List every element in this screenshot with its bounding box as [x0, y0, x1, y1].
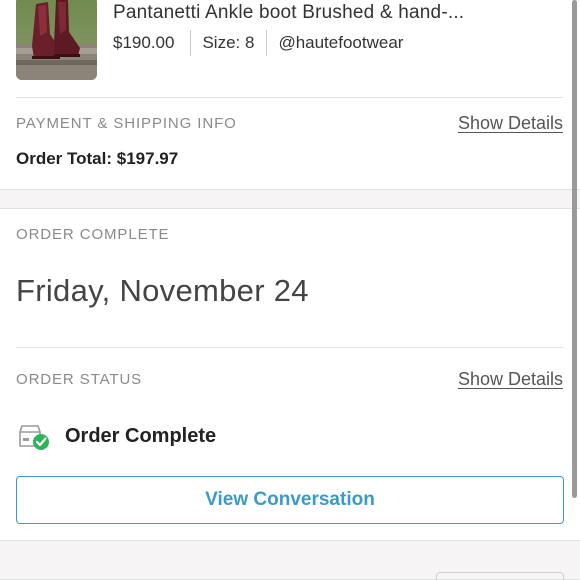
product-title[interactable]: Pantanetti Ankle boot Brushed & hand-... — [113, 2, 464, 24]
payment-section-label: PAYMENT & SHIPPING INFO — [16, 115, 237, 132]
status-row: Order Complete — [16, 420, 216, 452]
boot-photo-icon — [16, 0, 97, 80]
product-price: $190.00 — [113, 33, 175, 52]
status-text: Order Complete — [65, 424, 217, 447]
package-check-icon — [16, 420, 50, 452]
product-size: Size: 8 — [202, 33, 255, 52]
partial-button[interactable] — [436, 572, 564, 580]
meta-divider — [190, 30, 192, 56]
seller-handle[interactable]: @hautefootwear — [278, 33, 403, 53]
meta-divider — [266, 30, 268, 56]
order-status-label: ORDER STATUS — [16, 371, 143, 388]
order-complete-label: ORDER COMPLETE — [16, 226, 170, 243]
order-total: Order Total: $197.97 — [16, 149, 179, 168]
section-separator — [0, 189, 580, 209]
product-thumbnail[interactable] — [16, 0, 97, 80]
product-summary[interactable]: Pantanetti Ankle boot Brushed & hand-...… — [0, 0, 580, 97]
completion-date: Friday, November 24 — [16, 273, 309, 308]
divider — [16, 347, 564, 348]
product-meta: $190.00 Size: 8 @hautefootwear — [113, 30, 403, 56]
payment-show-details-link[interactable]: Show Details — [458, 113, 563, 134]
divider — [16, 97, 564, 98]
scrollbar[interactable] — [572, 0, 577, 498]
view-conversation-button[interactable]: View Conversation — [16, 476, 564, 524]
status-show-details-link[interactable]: Show Details — [458, 369, 563, 390]
